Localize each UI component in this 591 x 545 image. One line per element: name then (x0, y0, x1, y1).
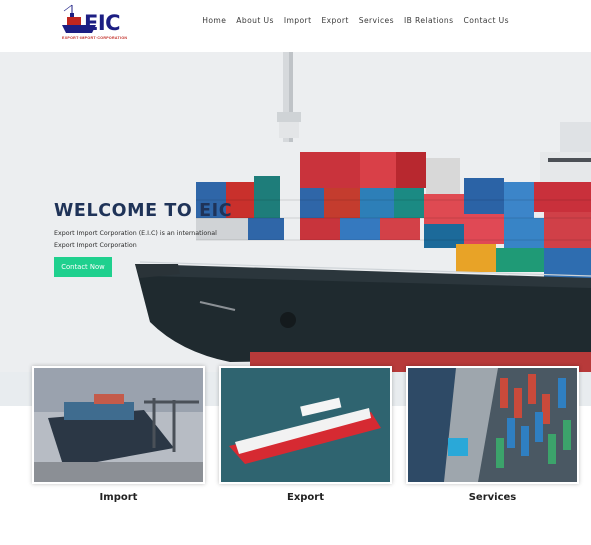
contact-now-button[interactable]: Contact Now (54, 257, 112, 277)
cargo-ship-image (0, 52, 591, 406)
nav-export[interactable]: Export (321, 16, 348, 25)
hero-description-line2: Export Import Corporation (54, 242, 137, 249)
hero-banner: WELCOME TO EIC Export Import Corporation… (0, 52, 591, 406)
nav-about-us[interactable]: About Us (236, 16, 274, 25)
main-nav: Home About Us Import Export Services IB … (192, 16, 509, 25)
nav-home[interactable]: Home (202, 16, 226, 25)
nav-import[interactable]: Import (284, 16, 312, 25)
nav-services[interactable]: Services (359, 16, 394, 25)
export-card-label[interactable]: Export (219, 492, 392, 503)
import-card-label[interactable]: Import (32, 492, 205, 503)
services-card-label[interactable]: Services (406, 492, 579, 503)
logo[interactable]: EIC EXPORT·IMPORT·CORPORATION (58, 3, 140, 45)
export-card[interactable] (219, 366, 392, 484)
import-image (34, 368, 203, 482)
logo-text: EIC (84, 11, 121, 35)
nav-contact-us[interactable]: Contact Us (464, 16, 509, 25)
hero-title: WELCOME TO EIC (54, 201, 233, 221)
services-image (408, 368, 577, 482)
export-image (221, 368, 390, 482)
site-header: EIC EXPORT·IMPORT·CORPORATION Home About… (0, 0, 591, 52)
import-card[interactable] (32, 366, 205, 484)
logo-tagline: EXPORT·IMPORT·CORPORATION (62, 36, 128, 40)
hero-description: Export Import Corporation (E.I.C) is an … (54, 230, 217, 237)
services-card[interactable] (406, 366, 579, 484)
nav-ib-relations[interactable]: IB Relations (404, 16, 454, 25)
